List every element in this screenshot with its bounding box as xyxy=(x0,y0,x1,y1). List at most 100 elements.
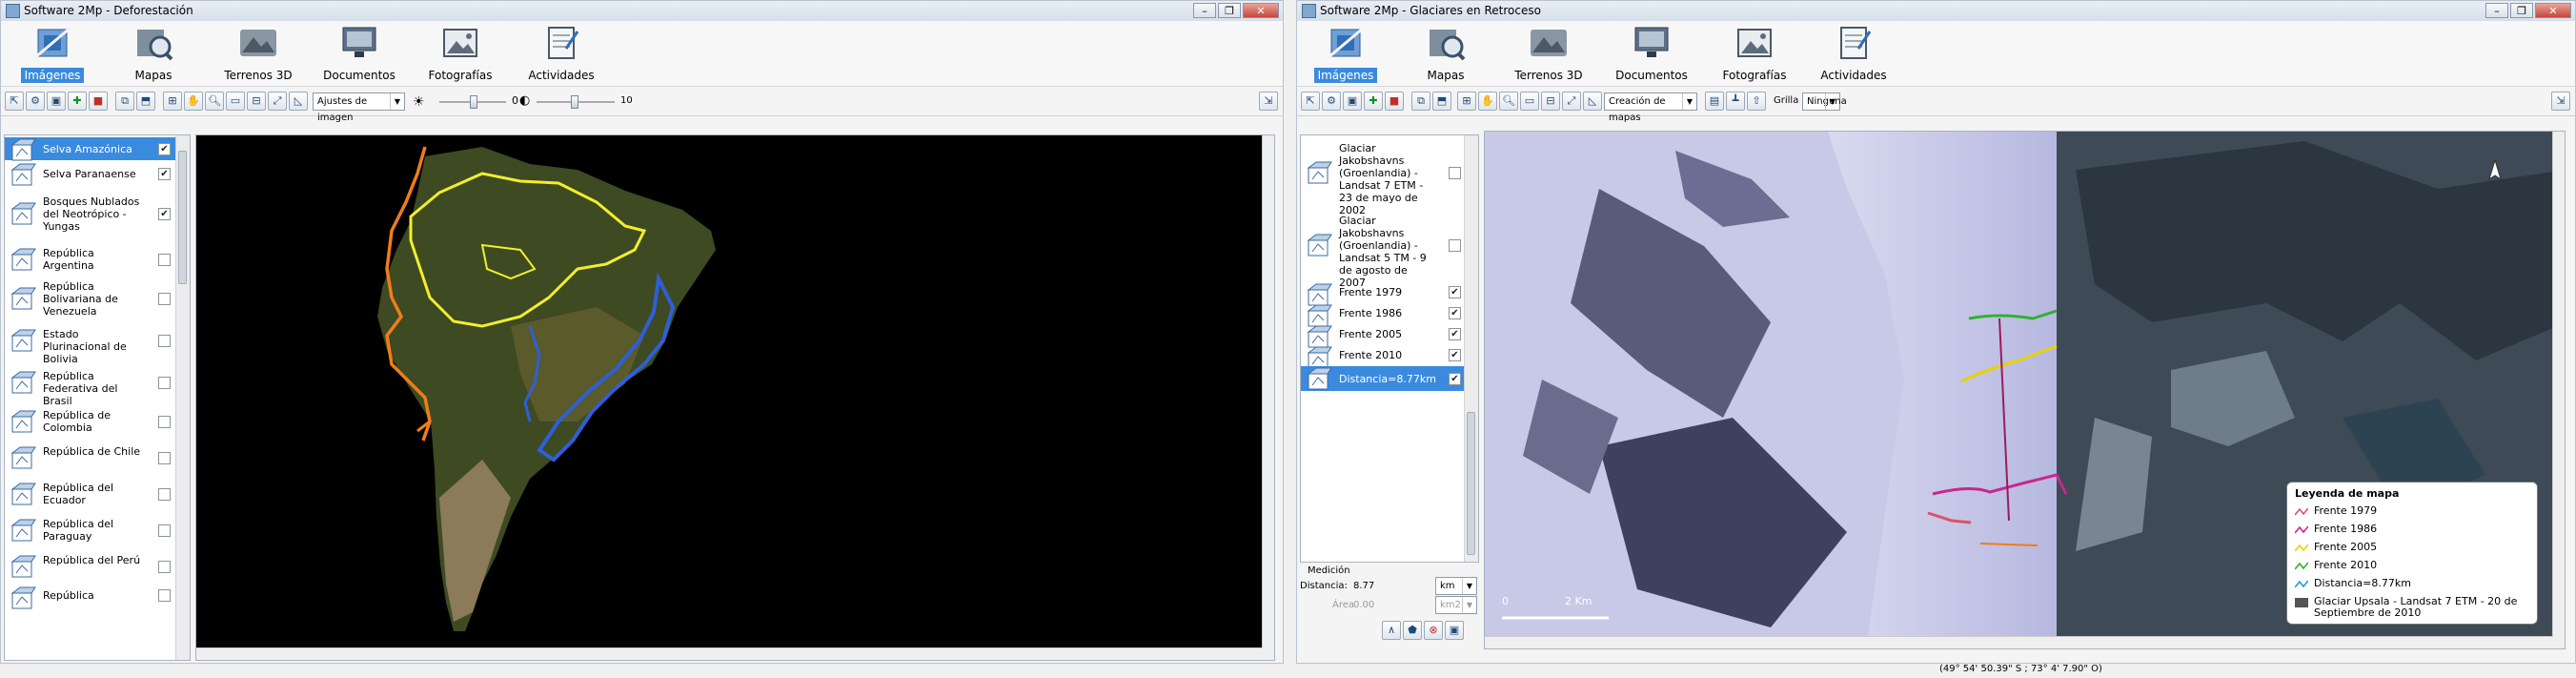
export-icon[interactable]: ⬒ xyxy=(136,92,155,111)
panel-toggle-icon[interactable]: ⇲ xyxy=(2551,92,2570,111)
layer-checkbox[interactable]: ✔ xyxy=(1449,285,1461,298)
full-extent-icon[interactable]: ⤢ xyxy=(268,92,287,111)
pan-hand-icon[interactable]: ✋ xyxy=(1478,92,1497,111)
layer-item[interactable]: Selva Paranaense ✔ xyxy=(5,162,176,186)
layer-item[interactable]: República del Perú xyxy=(5,549,176,584)
layer-checkbox[interactable]: ✔ xyxy=(1449,348,1461,361)
save-icon[interactable]: ▣ xyxy=(47,92,66,111)
map-horizontal-scrollbar[interactable] xyxy=(196,647,1274,660)
scale-bar-icon[interactable]: ┻ xyxy=(1726,92,1745,111)
clear-measure-icon[interactable]: ⊗ xyxy=(1424,621,1443,640)
layer-list-scrollbar[interactable] xyxy=(175,135,190,660)
layer-checkbox[interactable]: ✔ xyxy=(158,167,171,180)
settings-icon[interactable]: ⚙ xyxy=(26,92,45,111)
save-measure-icon[interactable]: ▣ xyxy=(1445,621,1464,640)
zoom-icon[interactable]: 🔍︎ xyxy=(205,92,224,111)
map-view[interactable]: 0 2 Km Leyenda de mapa Frente 1979 Frente… xyxy=(1484,131,2566,649)
copy-icon[interactable]: ⧉ xyxy=(115,92,134,111)
delete-layer-icon[interactable]: ■ xyxy=(1385,92,1404,111)
title-bar[interactable]: Software 2Mp - Deforestación – ❐ ✕ xyxy=(1,1,1283,22)
grid-dropdown[interactable]: Ninguna ▼ xyxy=(1802,92,1847,111)
layer-checkbox[interactable] xyxy=(158,451,171,464)
distance-unit-dropdown[interactable]: km ▼ xyxy=(1435,577,1477,595)
layer-checkbox[interactable]: ✔ xyxy=(158,207,171,220)
area-unit-dropdown[interactable]: km2 ▼ xyxy=(1435,596,1477,614)
tab-terrenos-3d[interactable]: Terrenos 3D xyxy=(1505,24,1592,83)
brightness-slider[interactable] xyxy=(439,95,506,109)
layer-item[interactable]: Frente 1979 ✔ xyxy=(1301,282,1465,306)
tab-imagenes[interactable]: Imágenes xyxy=(1302,24,1389,83)
zoom-rectangle-icon[interactable]: ▭ xyxy=(226,92,245,111)
maximize-button[interactable]: ❐ xyxy=(2510,3,2533,18)
tab-fotografias[interactable]: Fotografías xyxy=(416,24,504,83)
layer-checkbox[interactable] xyxy=(158,524,171,537)
image-adjust-dropdown[interactable]: Ajustes de imagen ▼ xyxy=(313,92,405,123)
grid-icon[interactable]: ⊟ xyxy=(247,92,266,111)
title-bar[interactable]: Software 2Mp - Glaciares en Retroceso – … xyxy=(1297,1,2575,22)
add-layer-icon[interactable]: ✚ xyxy=(68,92,87,111)
map-horizontal-scrollbar[interactable] xyxy=(1485,636,2565,648)
insert-legend-icon[interactable]: ▤ xyxy=(1705,92,1724,111)
close-button[interactable]: ✕ xyxy=(2535,3,2571,18)
pan-hand-icon[interactable]: ✋ xyxy=(184,92,203,111)
full-extent-icon[interactable]: ⤢ xyxy=(1562,92,1581,111)
select-tool-icon[interactable]: ⊞ xyxy=(1457,92,1476,111)
layer-item[interactable]: República de Chile xyxy=(5,441,176,475)
save-icon[interactable]: ▣ xyxy=(1343,92,1362,111)
layer-checkbox[interactable] xyxy=(158,415,171,428)
measure-area-icon[interactable]: ⬟ xyxy=(1403,621,1422,640)
layer-checkbox[interactable]: ✔ xyxy=(158,142,171,155)
map-vertical-scrollbar[interactable] xyxy=(1262,135,1274,648)
minimize-button[interactable]: – xyxy=(2485,3,2508,18)
layer-checkbox[interactable] xyxy=(158,253,171,266)
layer-item[interactable]: República del Paraguay xyxy=(5,513,176,547)
layer-checkbox[interactable]: ✔ xyxy=(1449,372,1461,385)
layer-item[interactable]: Frente 2005 ✔ xyxy=(1301,324,1465,348)
measure-icon[interactable]: ◺ xyxy=(289,92,308,111)
map-legend[interactable]: Leyenda de mapa Frente 1979 Frente 1986 Fr… xyxy=(2286,482,2538,625)
map-creation-dropdown[interactable]: Creación de mapas ▼ xyxy=(1604,92,1697,123)
layer-item[interactable]: República xyxy=(5,586,176,609)
north-arrow-icon[interactable]: ⇧ xyxy=(1747,92,1766,111)
layer-list-scrollbar[interactable] xyxy=(1464,135,1478,562)
south-america-map[interactable] xyxy=(196,135,1275,661)
layer-item[interactable]: República Argentina xyxy=(5,242,176,277)
open-icon[interactable]: ⇱ xyxy=(5,92,24,111)
tab-actividades[interactable]: Actividades xyxy=(1810,24,1897,83)
tab-documentos[interactable]: Documentos xyxy=(315,24,403,83)
tab-terrenos-3d[interactable]: Terrenos 3D xyxy=(214,24,302,83)
layer-checkbox[interactable] xyxy=(1449,166,1461,179)
layer-checkbox[interactable]: ✔ xyxy=(1449,327,1461,340)
layer-item[interactable]: República Bolivariana de Venezuela xyxy=(5,278,176,318)
tab-documentos[interactable]: Documentos xyxy=(1608,24,1695,83)
layer-item[interactable]: República de Colombia xyxy=(5,404,176,439)
layer-item[interactable]: Selva Amazónica ✔ xyxy=(5,137,176,161)
tab-mapas[interactable]: Mapas xyxy=(110,24,197,83)
layer-item[interactable]: Estado Plurinacional de Bolivia xyxy=(5,320,176,365)
layer-item[interactable]: Distancia=8.77km ✔ xyxy=(1301,366,1465,391)
maximize-button[interactable]: ❐ xyxy=(1218,3,1241,18)
layer-checkbox[interactable] xyxy=(158,334,171,347)
layer-item[interactable]: Glaciar Jakobshavns (Groenlandia) - Land… xyxy=(1301,210,1465,289)
tab-fotografias[interactable]: Fotografías xyxy=(1711,24,1798,83)
panel-toggle-icon[interactable]: ⇲ xyxy=(1259,92,1278,111)
map-vertical-scrollbar[interactable] xyxy=(2552,132,2565,637)
tab-mapas[interactable]: Mapas xyxy=(1402,24,1490,83)
close-button[interactable]: ✕ xyxy=(1243,3,1279,18)
layer-checkbox[interactable] xyxy=(158,560,171,573)
export-icon[interactable]: ⬒ xyxy=(1432,92,1451,111)
add-layer-icon[interactable]: ✚ xyxy=(1364,92,1383,111)
layer-item[interactable]: Bosques Nublados del Neotrópico - Yungas… xyxy=(5,187,176,240)
copy-icon[interactable]: ⧉ xyxy=(1411,92,1430,111)
layer-item[interactable]: Frente 2010 ✔ xyxy=(1301,345,1465,369)
delete-layer-icon[interactable]: ■ xyxy=(89,92,108,111)
grid-icon[interactable]: ⊟ xyxy=(1541,92,1560,111)
select-tool-icon[interactable]: ⊞ xyxy=(163,92,182,111)
layer-checkbox[interactable] xyxy=(1449,238,1461,252)
layer-item[interactable]: Glaciar Jakobshavns (Groenlandia) - Land… xyxy=(1301,137,1465,216)
layer-item[interactable]: Frente 1986 ✔ xyxy=(1301,303,1465,327)
zoom-rectangle-icon[interactable]: ▭ xyxy=(1520,92,1539,111)
tab-actividades[interactable]: Actividades xyxy=(517,24,605,83)
layer-checkbox[interactable]: ✔ xyxy=(1449,306,1461,319)
layer-checkbox[interactable] xyxy=(158,487,171,501)
